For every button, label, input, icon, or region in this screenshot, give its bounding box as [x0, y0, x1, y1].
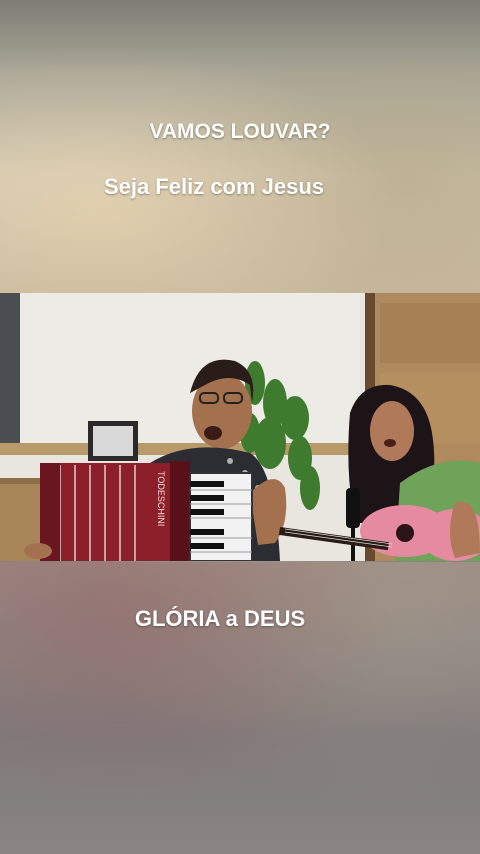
blurred-background-top: [0, 0, 480, 293]
video-post-frame: VAMOS LOUVAR? Seja Feliz com Jesus TODES…: [0, 0, 480, 854]
video-frame-scene: TODESCHINI: [0, 293, 480, 561]
accordion-brand-label: TODESCHINI: [156, 471, 166, 526]
caption-vamos-louvar: VAMOS LOUVAR?: [149, 120, 331, 143]
video-player[interactable]: TODESCHINI: [0, 293, 480, 561]
caption-seja-feliz: Seja Feliz com Jesus: [103, 174, 325, 199]
caption-gloria-a-deus: GLÓRIA a DEUS: [134, 606, 306, 631]
